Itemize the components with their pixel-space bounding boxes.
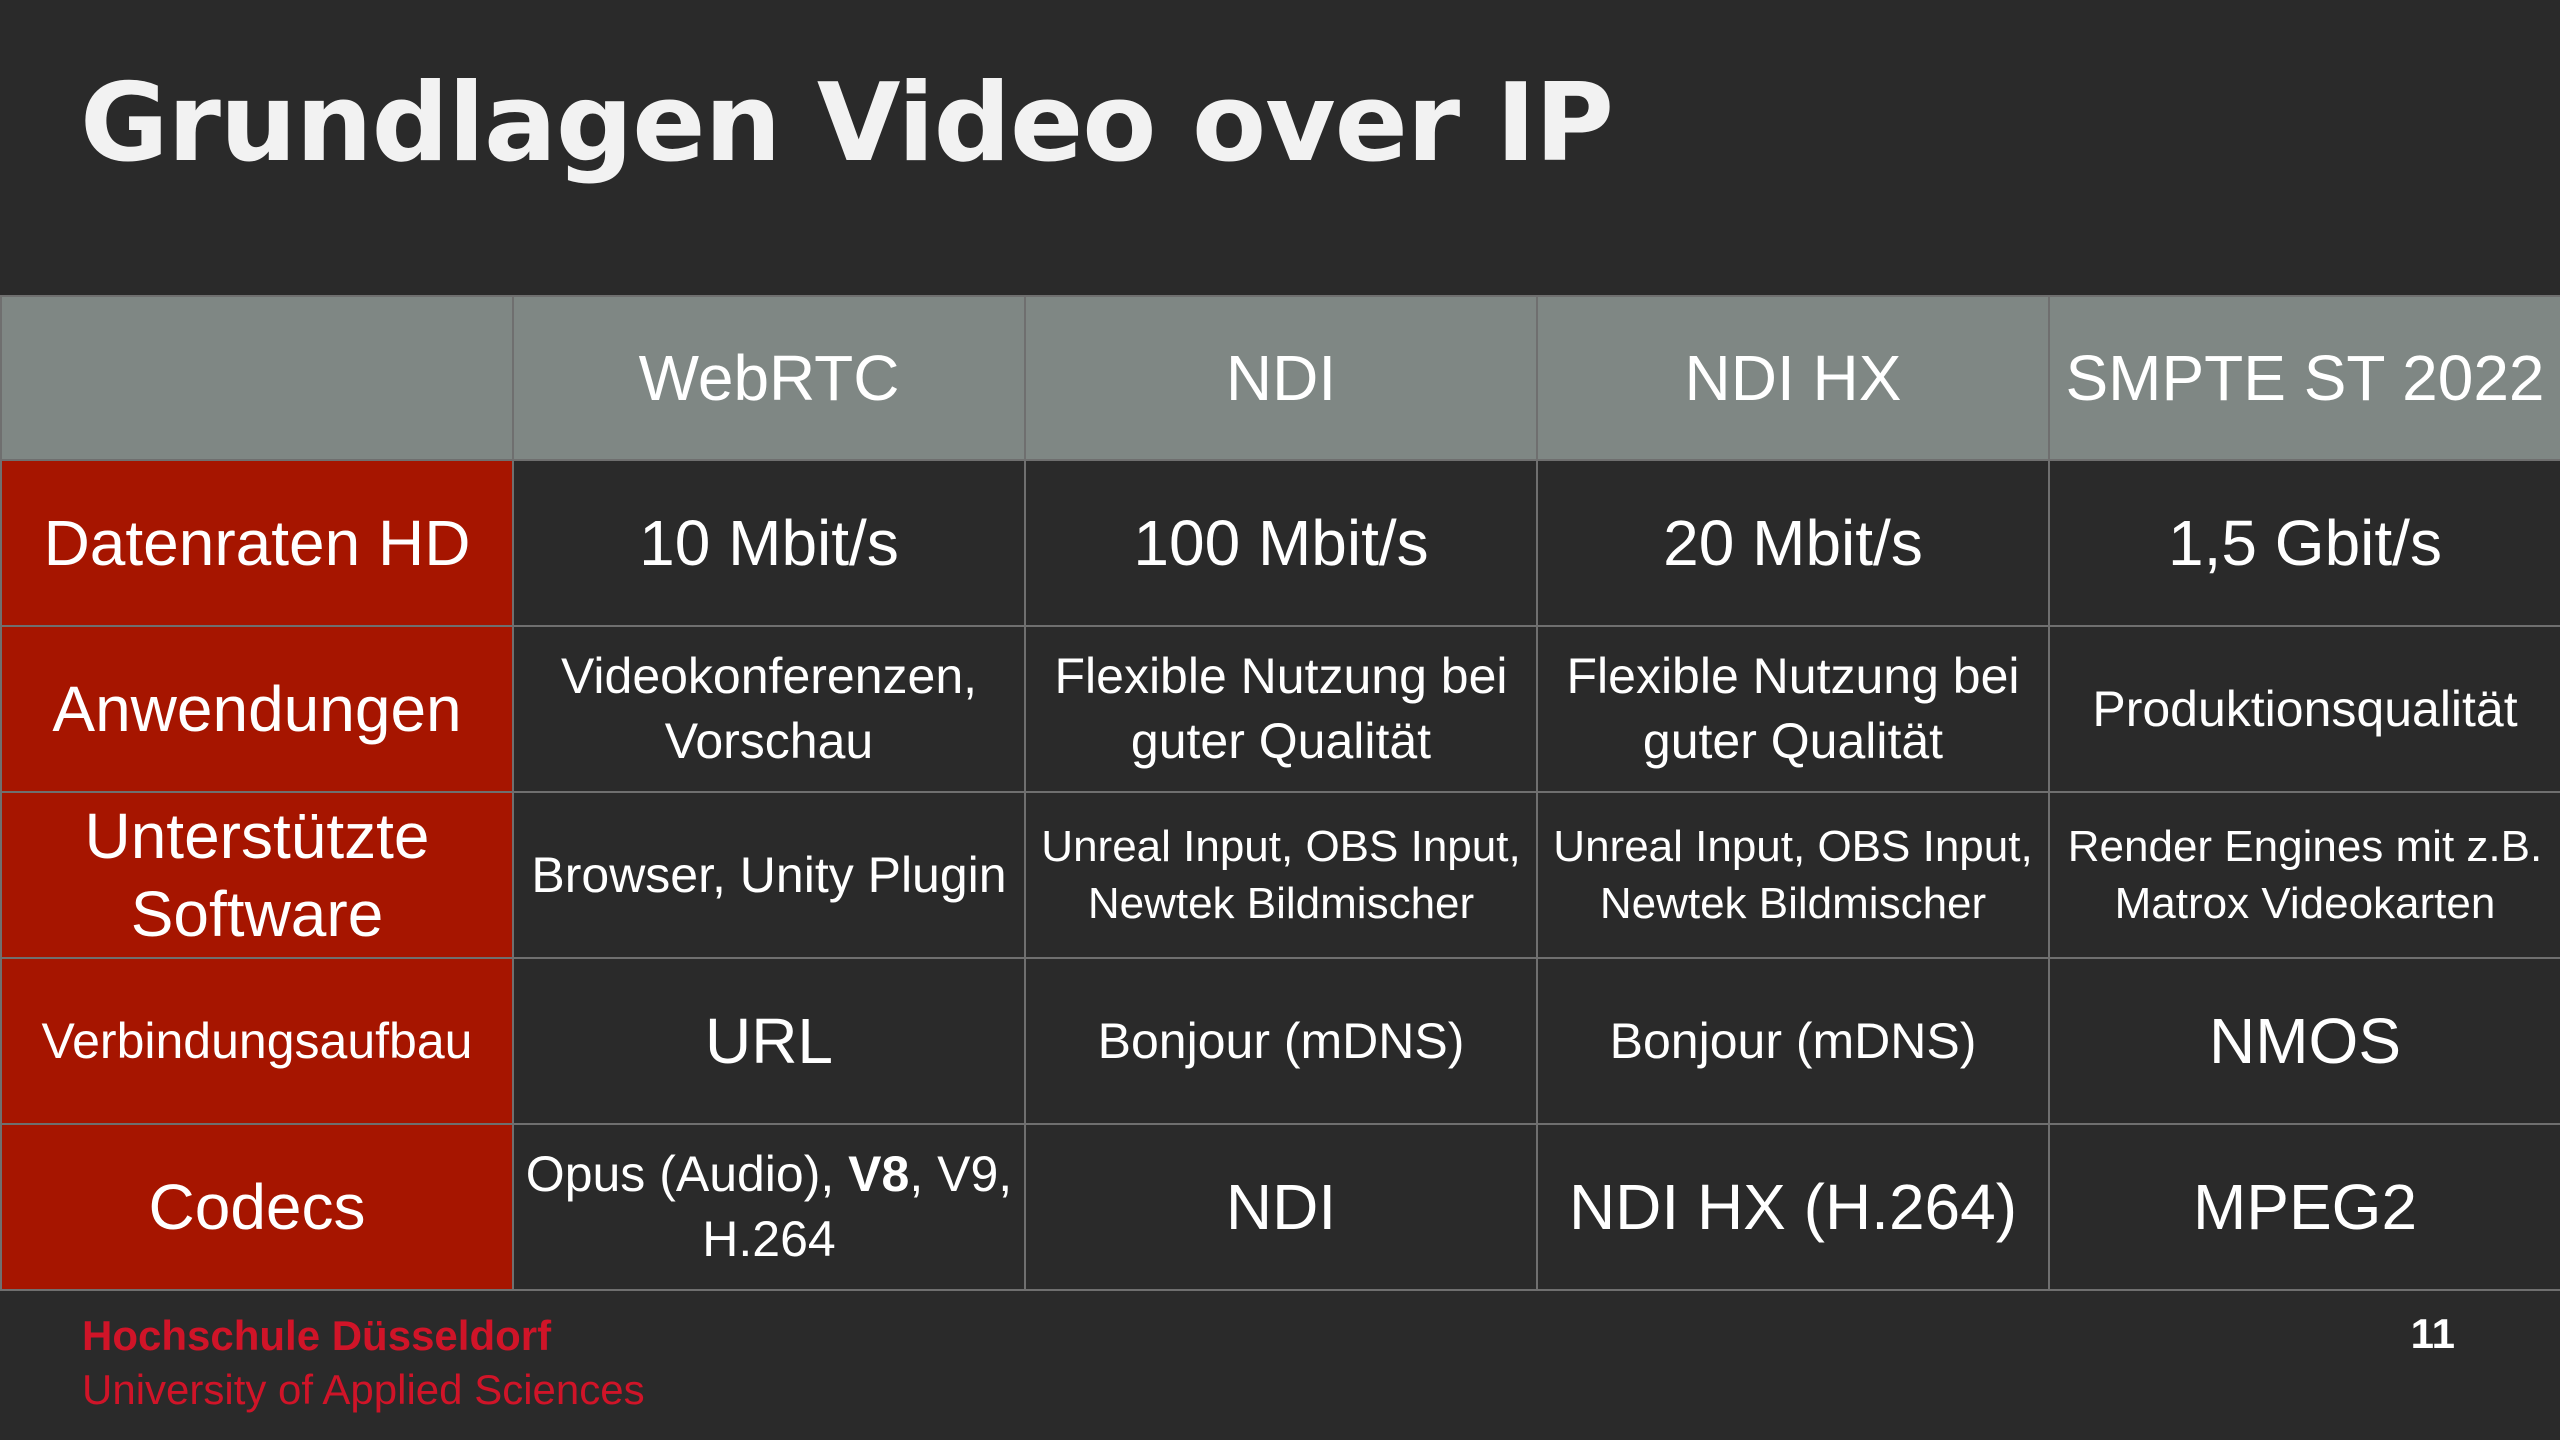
cell-anwendungen-ndi: Flexible Nutzung bei guter Qualität (1024, 625, 1538, 793)
slide-title: Grundlagen Video over IP (80, 61, 1614, 186)
row-label-datenraten: Datenraten HD (0, 459, 514, 627)
cell-text: Videokonferenzen, (560, 648, 978, 704)
row-label-text: Software (130, 878, 384, 950)
cell-text: , V9, (909, 1146, 1013, 1202)
cell-text: Flexible Nutzung bei (1054, 648, 1508, 704)
header-corner-cell (0, 295, 514, 461)
cell-text: Bonjour (mDNS) (1097, 1012, 1465, 1069)
cell-text: NDI (1225, 1170, 1337, 1243)
cell-text: Newtek Bildmischer (1599, 879, 1987, 928)
table-row-datenraten: Datenraten HD 10 Mbit/s 100 Mbit/s 20 Mb… (0, 459, 2560, 627)
footer-subtitle: University of Applied Sciences (82, 1366, 645, 1413)
cell-anwendungen-webrtc: Videokonferenzen, Vorschau (512, 625, 1026, 793)
slide: Grundlagen Video over IP WebRTC NDI NDI … (0, 0, 2560, 1440)
comparison-table: WebRTC NDI NDI HX SMPTE ST 2022 Datenrat… (0, 295, 2560, 1291)
cell-verbindung-ndi-hx: Bonjour (mDNS) (1536, 957, 2050, 1125)
cell-text: NDI HX (H.264) (1568, 1170, 2018, 1243)
cell-codecs-smpte: MPEG2 (2048, 1123, 2560, 1291)
cell-codecs-webrtc: Opus (Audio), V8, V9, H.264 (512, 1123, 1026, 1291)
cell-text: Produktionsqualität (2092, 680, 2518, 737)
cell-text: Vorschau (664, 713, 874, 769)
cell-datenraten-ndi: 100 Mbit/s (1024, 459, 1538, 627)
cell-verbindung-smpte: NMOS (2048, 957, 2560, 1125)
cell-text: 1,5 Gbit/s (2168, 506, 2442, 579)
cell-text: URL (704, 1004, 834, 1077)
table-row-codecs: Codecs Opus (Audio), V8, V9, H.264 NDI ND… (0, 1123, 2560, 1291)
cell-text: Browser, Unity Plugin (531, 846, 1007, 903)
cell-verbindung-ndi: Bonjour (mDNS) (1024, 957, 1538, 1125)
cell-text: Unreal Input, OBS Input, (1041, 821, 1521, 871)
cell-text: 10 Mbit/s (639, 506, 899, 579)
cell-text: NMOS (2209, 1004, 2401, 1077)
header-ndi: NDI (1024, 295, 1538, 461)
row-label-codecs: Codecs (0, 1123, 514, 1291)
cell-text: Newtek Bildmischer (1087, 879, 1475, 928)
cell-text: Render Engines mit z.B. (2067, 821, 2543, 871)
table-row-verbindungsaufbau: Verbindungsaufbau URL Bonjour (mDNS) Bon… (0, 957, 2560, 1125)
cell-text: MPEG2 (2192, 1170, 2418, 1243)
row-label-text: Codecs (148, 1170, 366, 1243)
row-label-verbindungsaufbau: Verbindungsaufbau (0, 957, 514, 1125)
table-row-software: Unterstützte Software Browser, Unity Plug… (0, 791, 2560, 959)
cell-datenraten-ndi-hx: 20 Mbit/s (1536, 459, 2050, 627)
page-number: 11 (2410, 1310, 2455, 1357)
cell-software-ndi: Unreal Input, OBS Input, Newtek Bildmisch… (1024, 791, 1538, 959)
cell-text: Matrox Videokarten (2114, 879, 2496, 928)
cell-text-bold: V8 (848, 1146, 910, 1202)
header-webrtc: WebRTC (512, 295, 1026, 461)
header-ndi-hx: NDI HX (1536, 295, 2050, 461)
cell-text: Unreal Input, OBS Input, (1553, 821, 2033, 871)
row-label-text: Unterstützte (84, 799, 430, 872)
cell-verbindung-webrtc: URL (512, 957, 1026, 1125)
cell-text: guter Qualität (1642, 713, 1944, 769)
row-label-anwendungen: Anwendungen (0, 625, 514, 793)
cell-text: Bonjour (mDNS) (1609, 1012, 1977, 1069)
footer-institution: Hochschule Düsseldorf (82, 1312, 552, 1359)
row-label-text: Verbindungsaufbau (41, 1012, 473, 1069)
cell-text: H.264 (702, 1211, 836, 1267)
row-label-text: Anwendungen (52, 672, 462, 745)
cell-software-webrtc: Browser, Unity Plugin (512, 791, 1026, 959)
cell-anwendungen-ndi-hx: Flexible Nutzung bei guter Qualität (1536, 625, 2050, 793)
cell-datenraten-webrtc: 10 Mbit/s (512, 459, 1026, 627)
cell-datenraten-smpte: 1,5 Gbit/s (2048, 459, 2560, 627)
row-label-text: Datenraten HD (43, 506, 471, 579)
cell-text: 20 Mbit/s (1663, 506, 1923, 579)
cell-text: Flexible Nutzung bei (1566, 648, 2020, 704)
cell-codecs-ndi-hx: NDI HX (H.264) (1536, 1123, 2050, 1291)
row-label-software: Unterstützte Software (0, 791, 514, 959)
table-row-anwendungen: Anwendungen Videokonferenzen, Vorschau Fl… (0, 625, 2560, 793)
cell-text: 100 Mbit/s (1133, 506, 1429, 579)
cell-software-ndi-hx: Unreal Input, OBS Input, Newtek Bildmisch… (1536, 791, 2050, 959)
cell-text: guter Qualität (1130, 713, 1432, 769)
table-header-row: WebRTC NDI NDI HX SMPTE ST 2022 (0, 295, 2560, 461)
cell-text: Opus (Audio), (525, 1146, 849, 1202)
cell-codecs-ndi: NDI (1024, 1123, 1538, 1291)
cell-software-smpte: Render Engines mit z.B. Matrox Videokarte… (2048, 791, 2560, 959)
cell-anwendungen-smpte: Produktionsqualität (2048, 625, 2560, 793)
header-smpte: SMPTE ST 2022 (2048, 295, 2560, 461)
